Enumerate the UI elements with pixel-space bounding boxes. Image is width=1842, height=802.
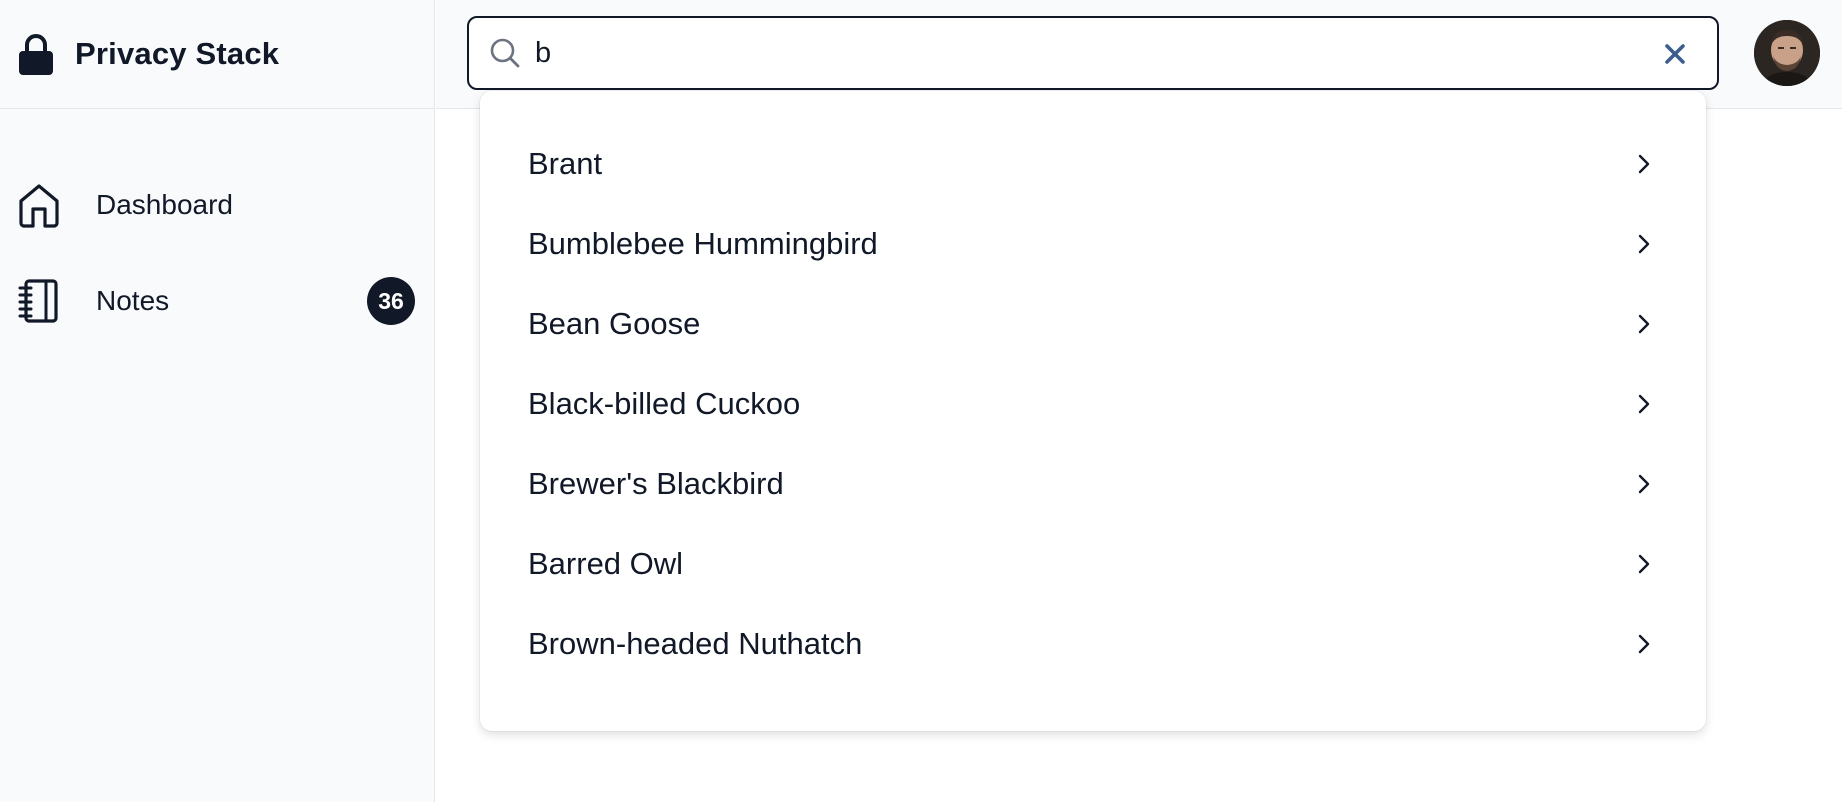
chevron-right-icon <box>1634 313 1654 335</box>
notebook-icon <box>17 277 61 325</box>
search-box <box>467 16 1719 90</box>
search-result-item[interactable]: Black-billed Cuckoo <box>480 364 1706 444</box>
brand: Privacy Stack <box>0 0 434 109</box>
chevron-right-icon <box>1634 153 1654 175</box>
search-result-label: Barred Owl <box>528 546 684 581</box>
search-icon <box>489 37 521 69</box>
search-result-item[interactable]: Bumblebee Hummingbird <box>480 204 1706 284</box>
sidebar-item-label: Notes <box>96 285 170 316</box>
search-result-label: Black-billed Cuckoo <box>528 386 801 421</box>
chevron-right-icon <box>1634 473 1654 495</box>
app-root: Privacy Stack Dashboard Notes 36 b Brant… <box>0 0 1842 802</box>
sidebar-item-label: Dashboard <box>96 189 233 220</box>
notes-count-badge: 36 <box>367 277 415 325</box>
clear-search-icon[interactable] <box>1663 42 1687 66</box>
search-result-item[interactable]: Brant <box>480 124 1706 204</box>
chevron-right-icon <box>1634 233 1654 255</box>
chevron-right-icon <box>1634 633 1654 655</box>
search-result-label: Brant <box>528 146 603 181</box>
search-result-label: Brown-headed Nuthatch <box>528 626 863 661</box>
search-result-item[interactable]: Barred Owl <box>480 524 1706 604</box>
user-avatar[interactable] <box>1754 20 1820 86</box>
sidebar-nav: Dashboard Notes 36 <box>0 109 434 349</box>
sidebar-item-notes[interactable]: Notes 36 <box>0 253 434 349</box>
search-result-label: Bean Goose <box>528 306 701 341</box>
search-result-item[interactable]: Bean Goose <box>480 284 1706 364</box>
lock-icon <box>17 32 55 76</box>
search-result-item[interactable]: Brewer's Blackbird <box>480 444 1706 524</box>
search-input[interactable] <box>535 23 1615 83</box>
search-result-label: Brewer's Blackbird <box>528 466 784 501</box>
search-results-list: Brant Bumblebee Hummingbird Bean Goose B… <box>480 91 1706 684</box>
sidebar-item-dashboard[interactable]: Dashboard <box>0 157 434 253</box>
search-results-dropdown: Brant Bumblebee Hummingbird Bean Goose B… <box>480 91 1706 731</box>
chevron-right-icon <box>1634 393 1654 415</box>
sidebar: Privacy Stack Dashboard Notes 36 <box>0 0 435 802</box>
search-result-item[interactable]: Brown-headed Nuthatch <box>480 604 1706 684</box>
search-result-label: Bumblebee Hummingbird <box>528 226 878 261</box>
app-title: Privacy Stack <box>75 36 280 71</box>
chevron-right-icon <box>1634 553 1654 575</box>
home-icon <box>17 181 61 229</box>
